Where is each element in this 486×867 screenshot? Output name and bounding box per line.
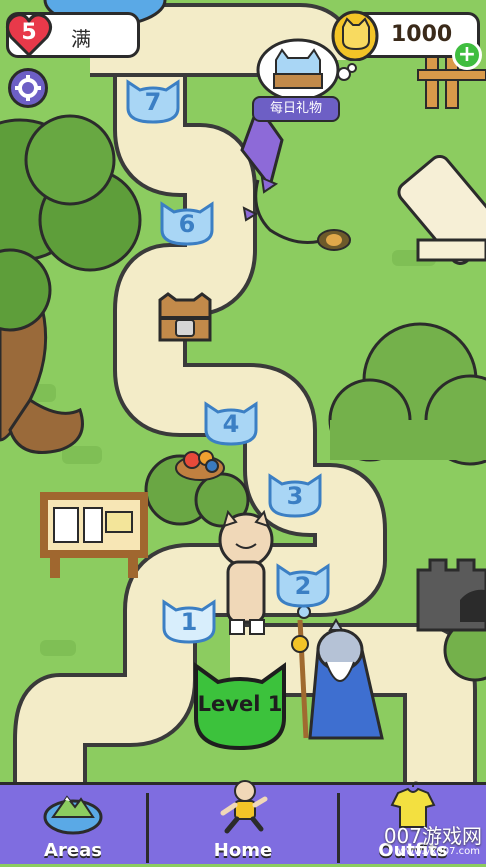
level-node-4[interactable]: 4 [200,394,262,446]
level-node-7[interactable]: 7 [122,72,184,124]
watermark-url: www.yx007.com [397,846,480,857]
level-node-2[interactable]: 2 [272,556,334,608]
level-map[interactable]: 7 6 4 3 2 1 Level 1 每日礼物 [0,0,486,782]
castle-wall [416,558,486,632]
tab-areas[interactable]: Areas [0,785,146,867]
level-node-label: 1 [180,608,198,636]
lives-status: 满 [71,27,91,51]
level-node-label: 2 [294,572,312,600]
level-node-6[interactable]: 6 [156,194,218,246]
areas-globe-icon [43,795,103,835]
heart-icon: 5 [5,11,53,59]
level-node-3[interactable]: 3 [264,466,326,518]
locked-chest-icon [158,292,212,342]
watermark-text: 007游戏网 [383,824,482,848]
tab-home[interactable]: Home [149,780,337,867]
gear-icon [15,75,41,101]
tab-areas-label: Areas [44,840,102,861]
plus-icon: + [457,42,477,67]
player-cat-character [218,509,274,635]
level-node-label: 4 [222,410,240,438]
level-node-label: 3 [286,482,304,510]
level-node-1[interactable]: 1 [158,592,220,644]
play-level-button[interactable]: Level 1 [188,652,292,752]
daily-gift-label[interactable]: 每日礼物 [252,96,340,122]
home-runner-icon [220,780,268,834]
settings-button[interactable] [8,68,48,108]
coin-icon [331,9,379,62]
add-coins-button[interactable]: + [452,40,482,70]
lives-count: 5 [21,20,37,45]
level-node-label: 6 [178,210,196,238]
lives-panel: 5 满 [6,12,140,58]
level-button-label: Level 1 [197,692,283,716]
level-node-label: 7 [144,88,162,116]
tab-home-label: Home [213,840,273,861]
coin-count: 1000 [391,22,453,47]
